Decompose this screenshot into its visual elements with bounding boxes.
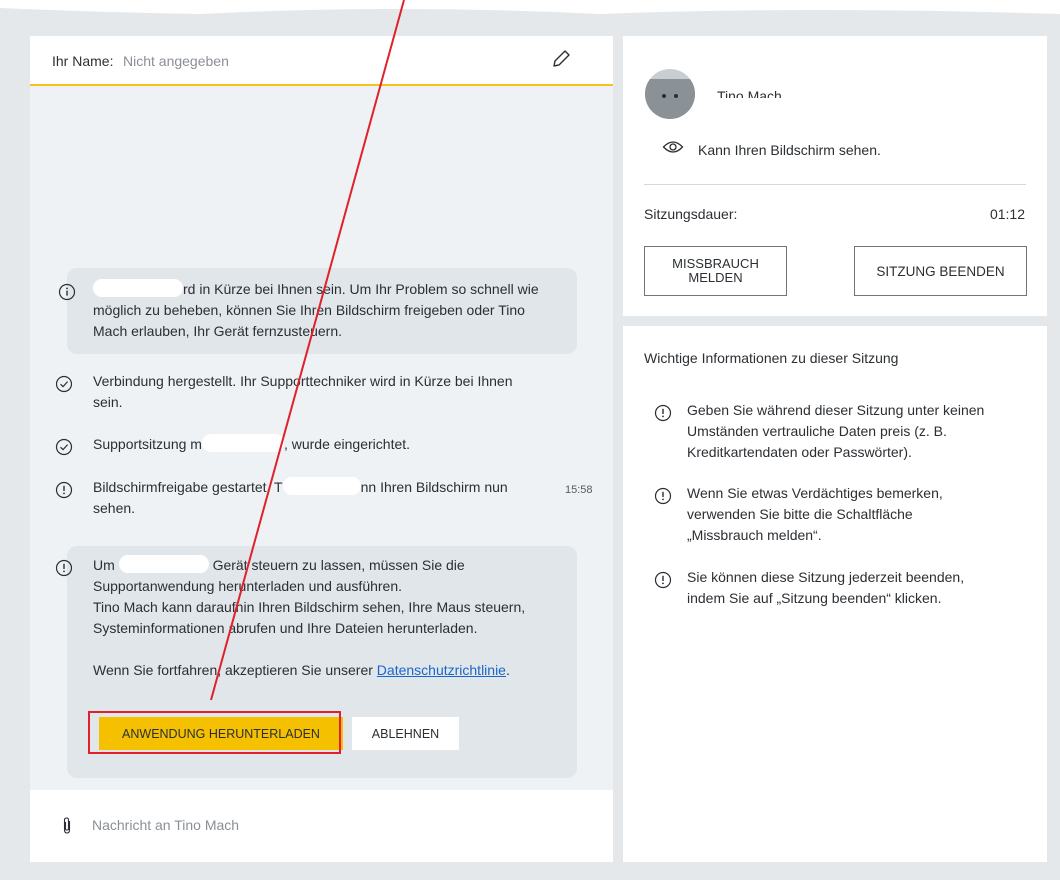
duration-value: 01:12 bbox=[989, 206, 1025, 222]
name-bar: Ihr Name: Nicht angegeben bbox=[30, 36, 613, 86]
check-circle-icon bbox=[55, 438, 73, 456]
redacted-name bbox=[282, 477, 361, 495]
message-input-bar[interactable]: Nachricht an Tino Mach bbox=[30, 790, 613, 862]
download-app-button[interactable]: ANWENDUNG HERUNTERLADEN bbox=[99, 717, 343, 750]
alert-circle-icon bbox=[55, 559, 73, 577]
info-item: Sie können diese Sitzung jederzeit beend… bbox=[687, 569, 965, 606]
privacy-policy-link[interactable]: Datenschutzrichtlinie bbox=[377, 662, 506, 678]
alert-circle-icon bbox=[55, 481, 73, 499]
decline-button[interactable]: ABLEHNEN bbox=[352, 717, 459, 750]
message-input-placeholder: Nachricht an Tino Mach bbox=[92, 817, 240, 833]
message-1: rd in Kürze bei Ihnen sein. Um Ihr Probl… bbox=[93, 279, 539, 339]
info-panel: Wichtige Informationen zu dieser Sitzung… bbox=[623, 326, 1047, 862]
report-abuse-button[interactable]: MISSBRAUCH MELDEN bbox=[644, 246, 787, 296]
info-item: Wenn Sie etwas Verdächtiges bemerken, ve… bbox=[687, 485, 943, 543]
technician-name: Tino Mach bbox=[717, 88, 782, 98]
name-label: Ihr Name: bbox=[52, 53, 114, 69]
name-value: Nicht angegeben bbox=[123, 53, 229, 69]
redacted-name bbox=[118, 555, 209, 573]
alert-circle-icon bbox=[654, 487, 672, 505]
end-session-button[interactable]: SITZUNG BEENDEN bbox=[854, 246, 1027, 296]
duration-label: Sitzungsdauer: bbox=[644, 206, 738, 222]
paperclip-icon[interactable] bbox=[60, 816, 74, 836]
top-wave-decoration bbox=[0, 0, 1060, 14]
info-title: Wichtige Informationen zu dieser Sitzung bbox=[644, 350, 899, 366]
alert-circle-icon bbox=[654, 404, 672, 422]
alert-circle-icon bbox=[654, 571, 672, 589]
info-icon bbox=[58, 283, 76, 301]
chat-panel: Ihr Name: Nicht angegeben rd in Kürze be… bbox=[30, 36, 613, 862]
avatar bbox=[645, 69, 695, 119]
message-3: Supportsitzung m, wurde eingerichtet. bbox=[93, 434, 411, 452]
eye-icon bbox=[662, 141, 684, 153]
pencil-icon[interactable] bbox=[550, 48, 572, 70]
message-5: Um Gerät steuern zu lassen, müssen Sie d… bbox=[93, 555, 526, 678]
info-item: Geben Sie während dieser Sitzung unter k… bbox=[687, 402, 985, 460]
redacted-name bbox=[93, 279, 183, 297]
view-status: Kann Ihren Bildschirm sehen. bbox=[698, 142, 881, 158]
message-2: Verbindung hergestellt. Ihr Supporttechn… bbox=[93, 373, 513, 410]
session-panel: Tino Mach Kann Ihren Bildschirm sehen. S… bbox=[623, 36, 1047, 316]
message-4: Bildschirmfreigabe gestartet. Tnn Ihren … bbox=[93, 477, 508, 516]
redacted-name bbox=[201, 434, 284, 452]
divider bbox=[644, 184, 1026, 185]
message-timestamp: 15:58 bbox=[565, 484, 593, 496]
check-circle-icon bbox=[55, 375, 73, 393]
